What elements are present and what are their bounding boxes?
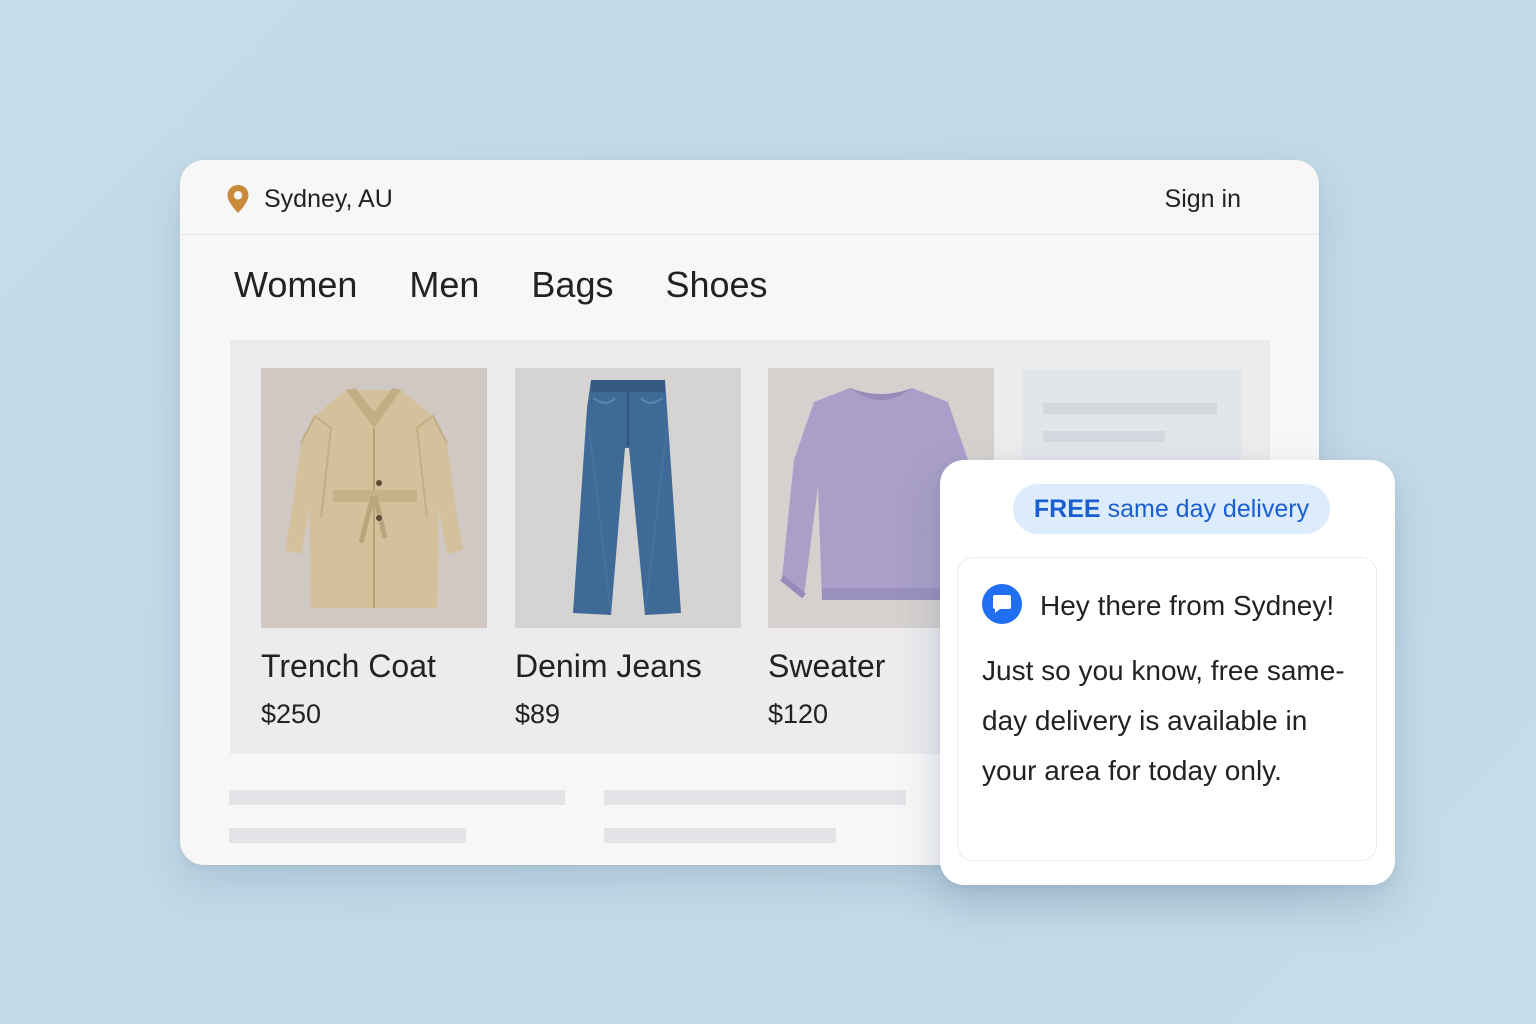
jeans-icon [573,380,681,615]
message-heading: Hey there from Sydney! [1040,590,1335,621]
location-selector[interactable]: Sydney, AU [226,184,393,214]
product-card-trench-coat[interactable]: Trench Coat $250 [261,368,487,730]
delivery-notification-card: FREE same day delivery Hey there from Sy… [940,460,1395,885]
location-label: Sydney, AU [264,184,393,213]
skeleton-line [229,828,466,843]
message-body: Just so you know, free same-day delivery… [982,655,1345,786]
skeleton-line [604,790,906,805]
nav-item-women[interactable]: Women [234,264,357,306]
product-card-denim-jeans[interactable]: Denim Jeans $89 [515,368,741,730]
skeleton-line [604,828,836,843]
skeleton-line [229,790,565,805]
message-box: Hey there from Sydney! Just so you know,… [957,557,1377,861]
nav-item-men[interactable]: Men [409,264,479,306]
product-image-trench-coat[interactable] [261,368,487,628]
chat-bubble-icon [982,584,1022,624]
placeholder-line [1043,431,1165,442]
category-nav: Women Men Bags Shoes [234,264,820,306]
product-price: $250 [261,699,322,729]
product-price: $89 [515,699,561,729]
nav-item-bags[interactable]: Bags [531,264,613,306]
location-pin-icon [226,184,250,214]
placeholder-line [1043,403,1217,414]
badge-rest-text: same day delivery [1107,494,1310,523]
trench-coat-icon [285,388,463,608]
free-delivery-badge[interactable]: FREE same day delivery [1013,484,1330,534]
product-name: Trench Coat [261,648,436,684]
sign-in-link[interactable]: Sign in [1165,185,1241,214]
nav-item-shoes[interactable]: Shoes [665,264,767,306]
top-bar: Sydney, AU Sign in [180,160,1319,235]
product-image-denim-jeans[interactable] [515,368,741,628]
badge-free-text: FREE [1033,494,1101,523]
product-name: Denim Jeans [515,648,702,684]
